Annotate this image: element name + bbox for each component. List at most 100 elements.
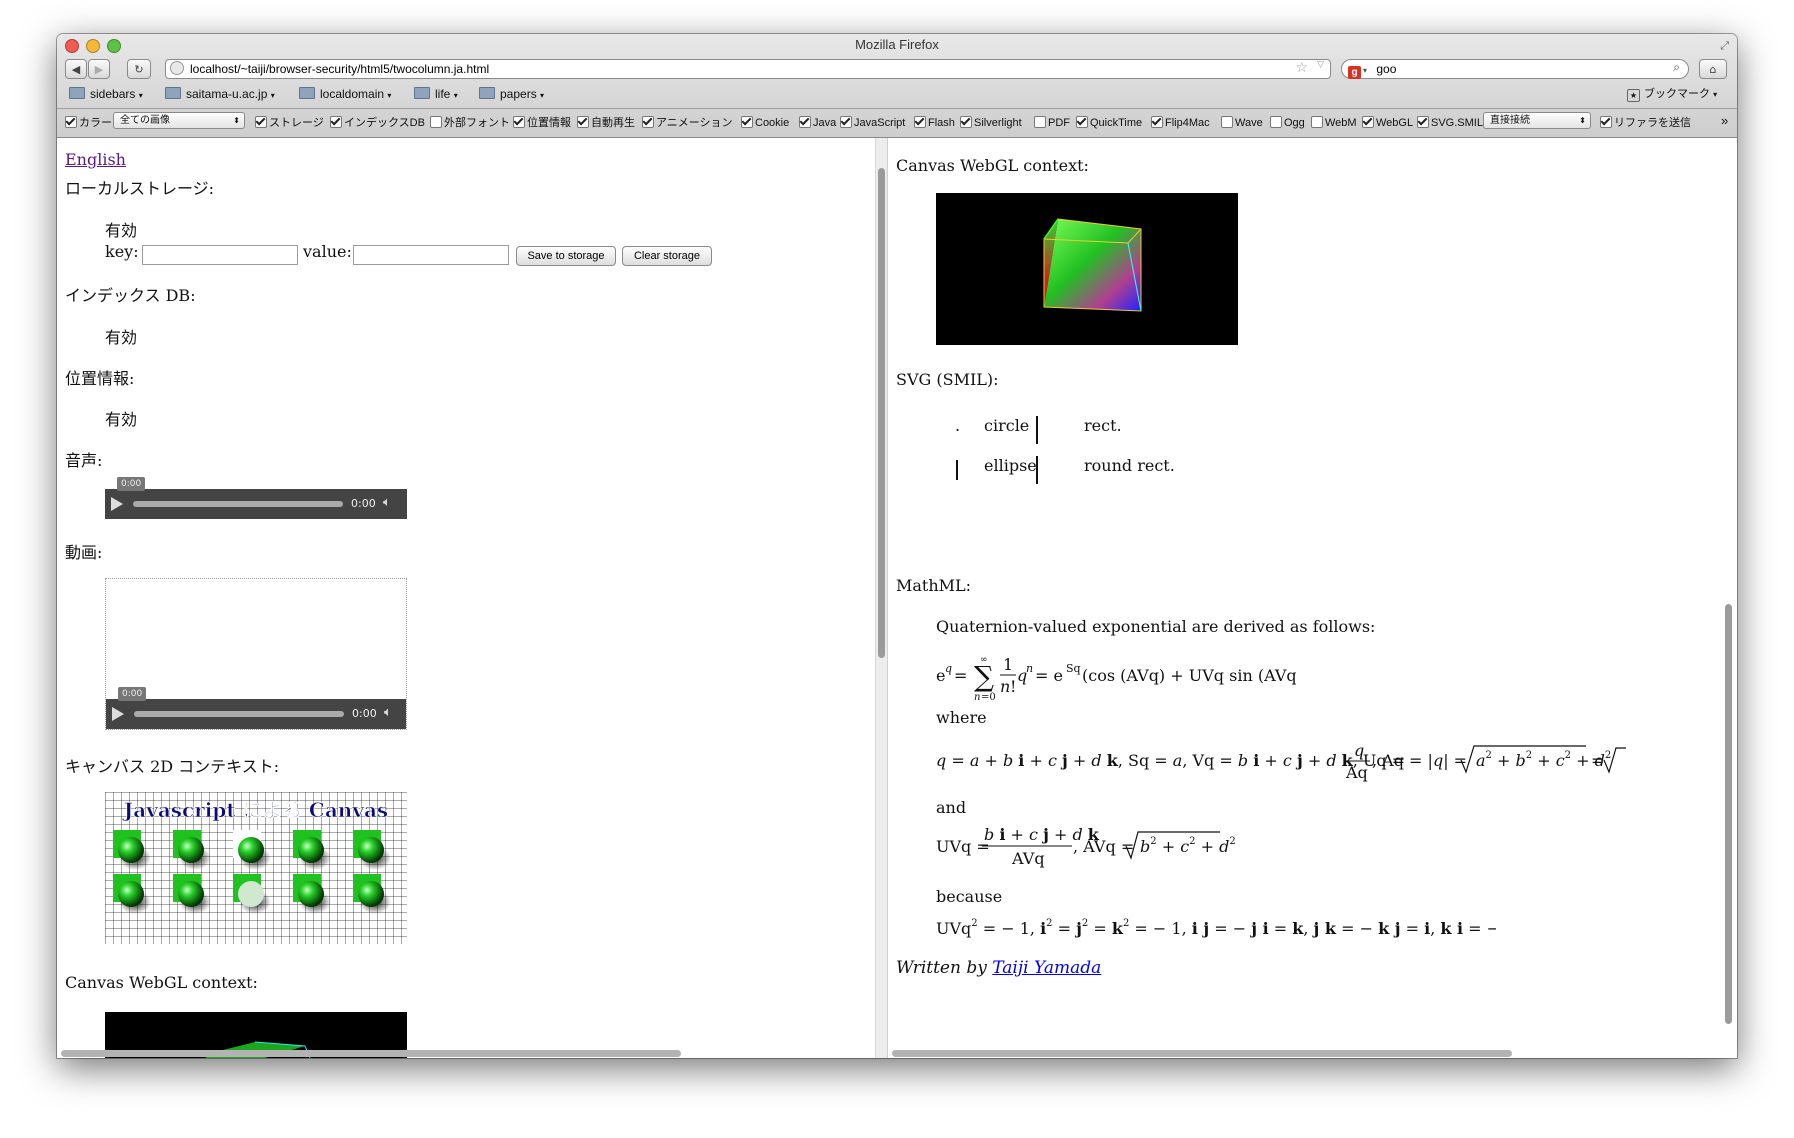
checkbox-icon — [1034, 116, 1046, 128]
zoom-window-button[interactable] — [107, 39, 121, 53]
svg-text:Aq: Aq — [1345, 763, 1368, 782]
audio-progress-track[interactable] — [133, 501, 343, 507]
forward-button[interactable]: ▶ — [88, 59, 110, 79]
webgl-cube-right — [1043, 218, 1142, 312]
clear-storage-button[interactable]: Clear storage — [622, 246, 712, 266]
play-icon[interactable] — [111, 497, 123, 511]
wd-toggle-webm[interactable]: WebM — [1311, 116, 1357, 130]
checkbox-icon — [1600, 116, 1612, 128]
webgl-heading-left: Canvas WebGL context: — [65, 973, 258, 992]
bookmark-folder-papers[interactable]: papers ▾ — [479, 85, 544, 103]
webgl-canvas-right — [936, 193, 1238, 345]
search-engine-icon[interactable]: g — [1348, 66, 1361, 79]
svg-text:q = a + b i + c j + d k, Sq =: q = a + b i + c j + d k, Sq = a, Vq = b … — [936, 751, 1405, 770]
wd-toggle-quicktime[interactable]: QuickTime — [1076, 116, 1142, 130]
wd-toggle-webgl[interactable]: WebGL — [1362, 116, 1413, 130]
bookmarks-menu-button[interactable]: ★ ブックマーク ▾ — [1627, 85, 1717, 103]
wd-toggle-storage[interactable]: ストレージ — [255, 116, 324, 130]
reload-button[interactable]: ↻ — [127, 59, 151, 79]
wd-toggle-autoplay[interactable]: 自動再生 — [577, 116, 635, 130]
fullscreen-icon[interactable]: ⤢ — [1720, 39, 1729, 53]
author-link[interactable]: Taiji Yamada — [992, 958, 1101, 978]
bookmark-folder-sidebars[interactable]: sidebars ▾ — [69, 85, 143, 103]
folder-icon — [69, 87, 85, 99]
select-arrows-icon: ⬍ — [1579, 116, 1586, 125]
checkbox-icon — [255, 116, 267, 128]
search-magnifier-icon[interactable]: ⌕ — [1673, 60, 1680, 75]
wd-toggle-ogg[interactable]: Ogg — [1270, 116, 1305, 130]
wd-toggle-external-fonts[interactable]: 外部フォント — [430, 116, 510, 130]
svg-text:∑: ∑ — [974, 660, 994, 693]
video-player[interactable]: 0:00 0:00 🔈︎ — [105, 578, 407, 730]
volume-icon[interactable]: 🔈︎ — [384, 705, 392, 720]
close-window-button[interactable] — [65, 39, 79, 53]
images-select[interactable]: 全ての画像 ⬍ — [113, 112, 245, 129]
wd-toggle-animation[interactable]: アニメーション — [642, 116, 733, 130]
left-horizontal-scrollbar[interactable] — [61, 1050, 681, 1057]
canvas-ball — [298, 881, 324, 907]
checkbox-icon — [642, 116, 654, 128]
checkbox-icon — [914, 116, 926, 128]
wd-toggle-pdf[interactable]: PDF — [1034, 116, 1070, 130]
indexed-db-status: 有効 — [105, 328, 138, 347]
right-vertical-scrollbar[interactable] — [1725, 604, 1732, 1024]
wd-toggle-indexeddb[interactable]: インデックスDB — [330, 116, 425, 130]
window-controls — [65, 39, 121, 53]
url-text[interactable]: localhost/~taiji/browser-security/html5/… — [190, 62, 489, 76]
video-controls[interactable]: 0:00 0:00 🔈︎ — [106, 687, 406, 729]
web-developer-toolbar: カラー 全ての画像 ⬍ ストレージ インデックスDB 外部フォント 位置情報 自動… — [57, 108, 1737, 138]
video-progress-track[interactable] — [134, 711, 344, 717]
english-link[interactable]: English — [65, 150, 126, 169]
value-input[interactable] — [353, 245, 509, 265]
folder-icon — [299, 87, 315, 99]
wd-toggle-color[interactable]: カラー — [65, 116, 112, 130]
checkbox-icon — [577, 116, 589, 128]
audio-player[interactable]: 0:00 0:00 🔈︎ — [105, 477, 407, 519]
search-bar[interactable]: g ▾ goo ⌕ — [1341, 59, 1689, 79]
left-vertical-scrollbar[interactable] — [878, 168, 885, 658]
right-horizontal-scrollbar[interactable] — [892, 1050, 1512, 1057]
select-arrows-icon: ⬍ — [233, 116, 240, 125]
back-button[interactable]: ◀ — [65, 59, 87, 79]
svg-text:= e: = e — [1035, 666, 1063, 685]
svg-text:(cos (AVq) + UVq sin (AVq)): (cos (AVq) + UVq sin (AVq)) — [1082, 666, 1296, 685]
canvas-ball — [358, 837, 384, 863]
site-identity-icon[interactable] — [170, 61, 184, 75]
wd-toggle-flip4mac[interactable]: Flip4Mac — [1151, 116, 1210, 130]
bookmark-star-icon[interactable]: ☆ — [1295, 60, 1308, 76]
wd-toggle-wave[interactable]: Wave — [1221, 116, 1263, 130]
checkbox-icon — [1417, 116, 1429, 128]
play-icon[interactable] — [112, 707, 124, 721]
bookmark-folder-life[interactable]: life ▾ — [414, 85, 458, 103]
svg-text:AVq: AVq — [1011, 849, 1045, 868]
wd-toggle-referrer[interactable]: リファラを送信 — [1600, 116, 1691, 130]
svg-text:1: 1 — [1003, 655, 1013, 674]
wd-toggle-geolocation[interactable]: 位置情報 — [513, 116, 571, 130]
toolbar-overflow-icon[interactable]: » — [1721, 114, 1728, 128]
save-to-storage-button[interactable]: Save to storage — [516, 246, 616, 266]
wd-toggle-cookie[interactable]: Cookie — [741, 116, 789, 130]
bookmark-folder-localdomain[interactable]: localdomain ▾ — [299, 85, 391, 103]
wd-toggle-flash[interactable]: Flash — [914, 116, 955, 130]
bookmark-folder-saitama[interactable]: saitama-u.ac.jp ▾ — [165, 85, 275, 103]
canvas-2d-title: Javascript による Canvas — [122, 798, 388, 822]
volume-icon[interactable]: 🔈︎ — [383, 495, 391, 510]
wd-toggle-java[interactable]: Java — [799, 116, 836, 130]
svg-heading: SVG (SMIL): — [896, 370, 999, 389]
wd-toggle-svg-smil[interactable]: SVG.SMIL — [1417, 116, 1483, 130]
mathml-and: and — [936, 798, 967, 817]
url-history-dropdown-icon[interactable]: ▽ — [1317, 60, 1324, 70]
checkbox-icon — [1362, 116, 1374, 128]
equation-definitions-svg: q = a + b i + c j + d k, Sq = a, Vq = b … — [936, 741, 1626, 782]
proxy-select[interactable]: 直接接続 ⬍ — [1483, 112, 1591, 129]
url-bar[interactable]: localhost/~taiji/browser-security/html5/… — [165, 59, 1331, 79]
search-input[interactable]: goo — [1376, 62, 1396, 76]
wd-toggle-silverlight[interactable]: Silverlight — [960, 116, 1022, 130]
key-input[interactable] — [142, 245, 298, 265]
minimize-window-button[interactable] — [86, 39, 100, 53]
svg-text:, AVq =: , AVq = — [1073, 837, 1134, 856]
canvas-2d-heading: キャンバス 2D コンテキスト: — [65, 757, 280, 776]
search-engine-dropdown-icon[interactable]: ▾ — [1363, 66, 1367, 75]
wd-toggle-javascript[interactable]: JavaScript — [840, 116, 905, 130]
home-button[interactable]: ⌂ — [1699, 59, 1727, 79]
